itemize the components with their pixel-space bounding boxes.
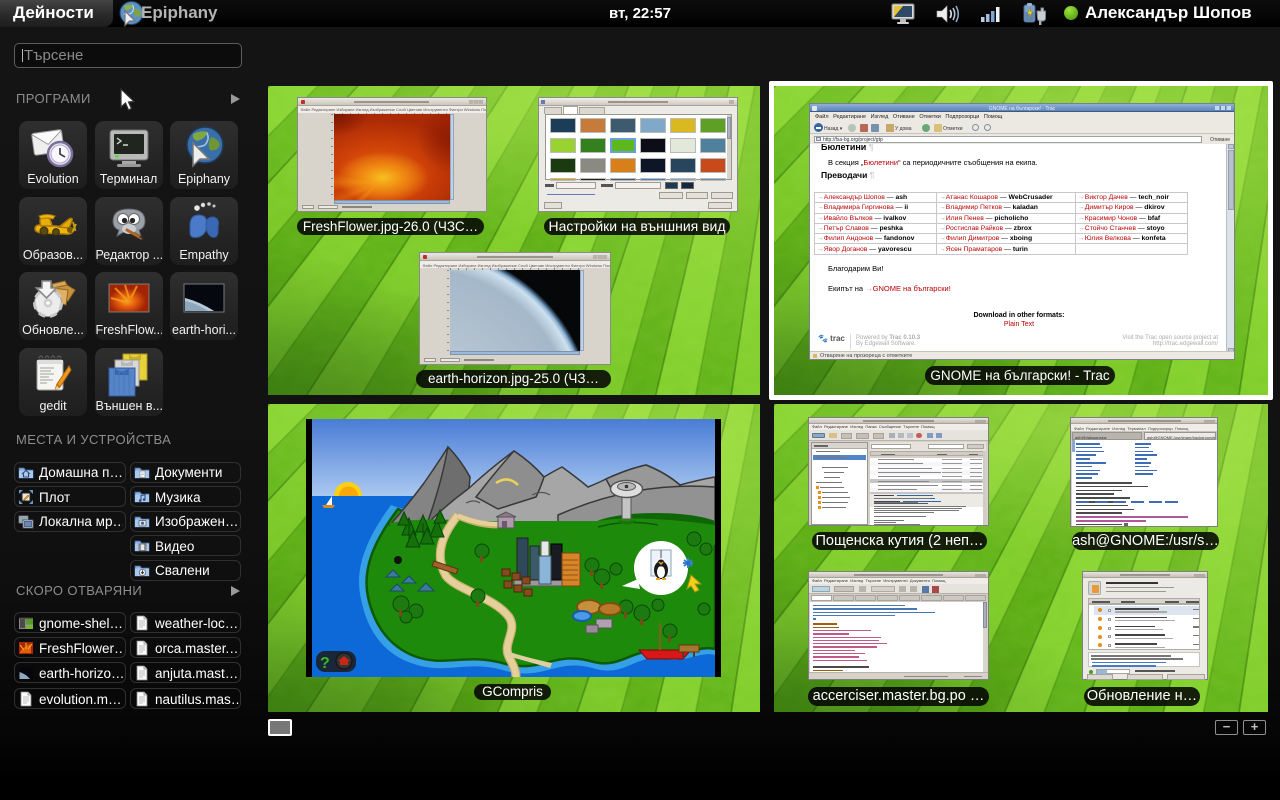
svg-text:?: ? (320, 655, 330, 672)
